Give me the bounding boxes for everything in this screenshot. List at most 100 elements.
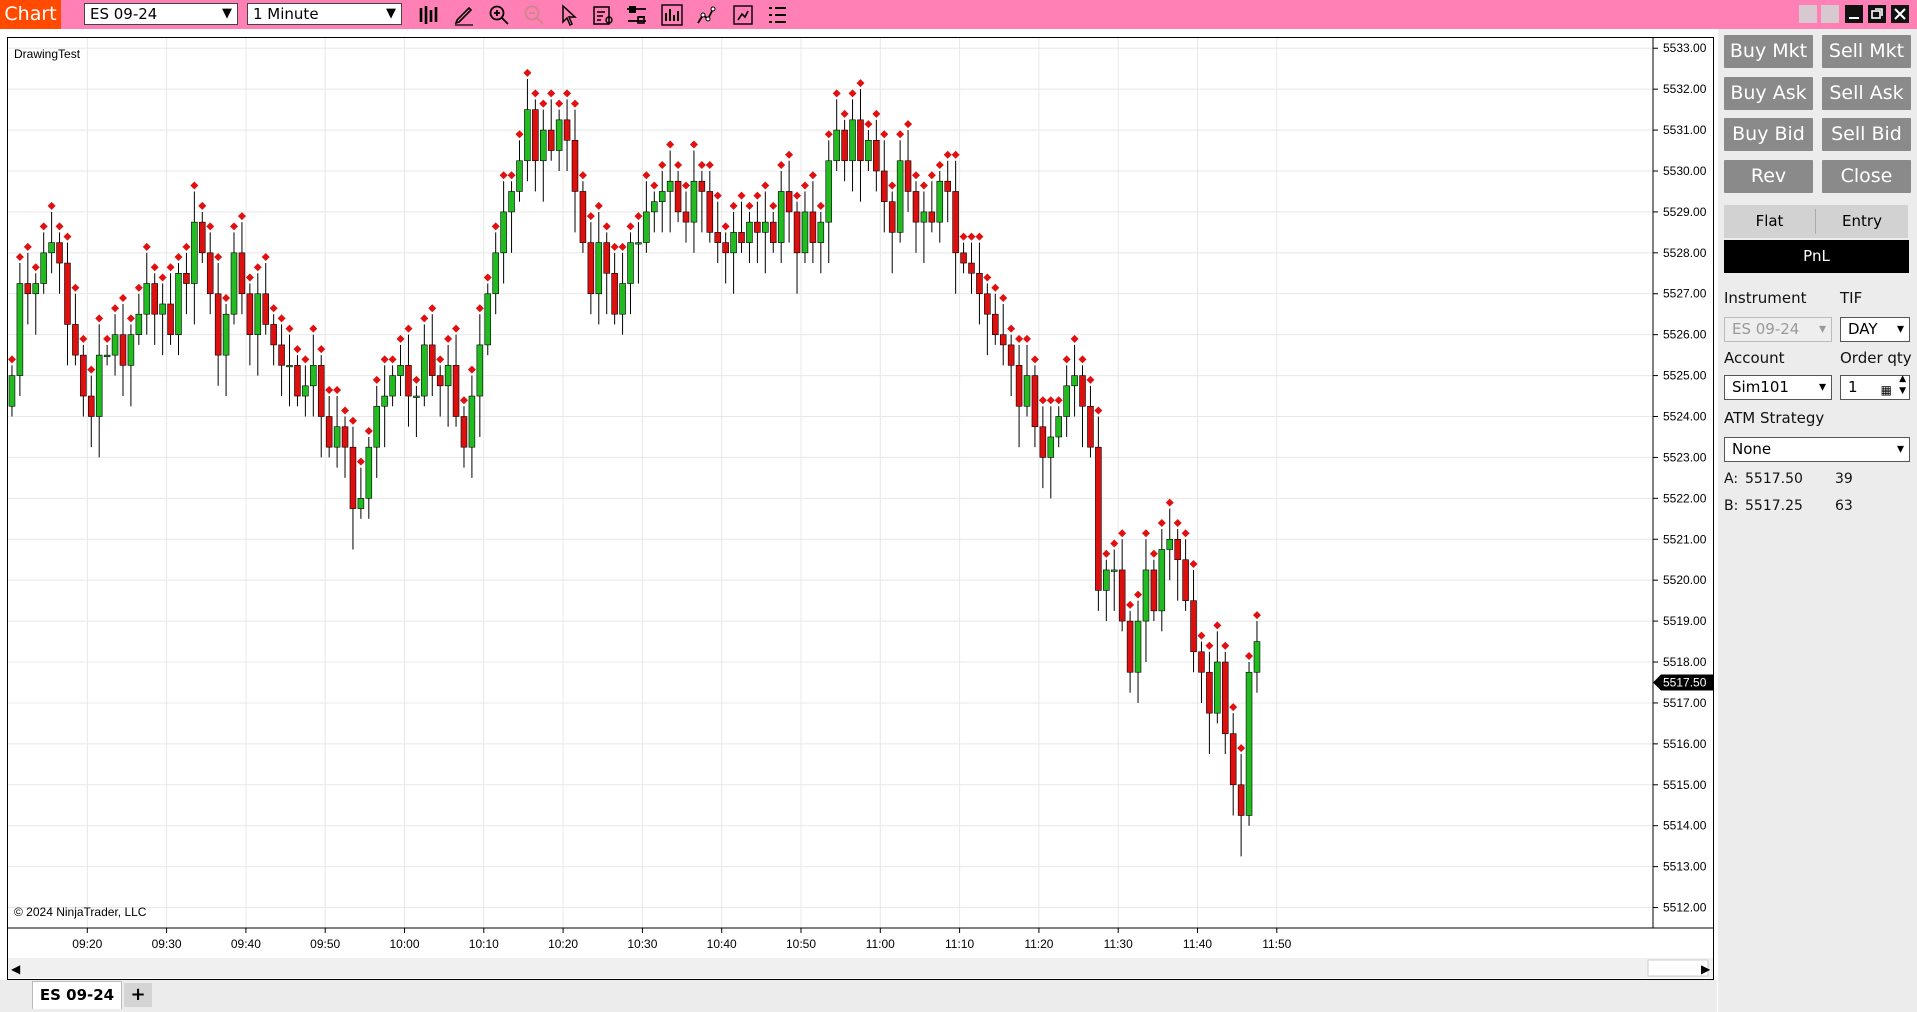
sell-market-button[interactable]: Sell Mkt [1822,35,1911,68]
entry-status: Entry [1842,212,1882,230]
restore-icon[interactable] [1799,5,1817,23]
scroll-left-icon[interactable]: ◀ [11,962,21,976]
candle-down [64,262,71,325]
candle-down [698,180,706,192]
tab-es-09-24[interactable]: ES 09-24 [32,981,122,1009]
bar-type-icon[interactable] [417,3,441,27]
atm-strategy-select[interactable]: None ▾ [1724,437,1910,462]
high-marker [483,273,492,282]
close-icon[interactable] [1891,5,1909,23]
sell-ask-button[interactable]: Sell Ask [1822,77,1911,110]
high-marker [309,324,318,333]
float-icon[interactable] [1868,5,1886,23]
candle-up [127,334,135,366]
chevron-down-icon: ▾ [1818,379,1826,395]
high-marker [459,396,468,405]
calculator-icon[interactable]: ▦ [1881,379,1892,402]
candle-down [674,180,682,213]
interval-selector[interactable]: 1 Minute ▼ [247,3,402,25]
candle-down [809,211,817,243]
high-marker [713,191,722,200]
time-tick-label: 11:30 [1104,937,1133,951]
candle-down [167,303,174,335]
high-marker [824,130,833,139]
high-marker [341,406,350,415]
zoom-in-icon[interactable] [487,3,511,27]
high-marker [650,181,659,190]
maximize-icon[interactable] [1821,5,1839,23]
candle-down [571,139,579,192]
high-marker [206,222,215,231]
high-marker [1046,396,1055,405]
properties-icon[interactable] [591,3,615,27]
high-marker [848,89,857,98]
order-qty-value: 1 [1848,378,1858,396]
price-tick-label: 5520.00 [1663,573,1707,587]
candle-up [254,293,262,335]
instrument-selector[interactable]: ES 09-24 ▼ [84,3,238,25]
candle-down [1079,375,1086,407]
high-marker [301,355,310,364]
time-tick-label: 09:40 [231,937,261,951]
add-tab-button[interactable]: + [124,983,152,1007]
high-marker [555,99,564,108]
high-marker [983,273,992,282]
buy-ask-button[interactable]: Buy Ask [1724,77,1813,110]
current-price-marker: 5517.50 [1653,674,1713,691]
account-select[interactable]: Sim101 ▾ [1724,375,1832,400]
account-select-value: Sim101 [1732,378,1789,396]
reverse-button[interactable]: Rev [1724,160,1813,193]
high-marker [269,304,278,313]
more-options-icon[interactable] [765,3,789,27]
high-marker [182,242,191,251]
horizontal-scrollbar[interactable] [8,958,1713,978]
candle-down [1007,344,1015,366]
scrollbar-thumb[interactable] [1647,959,1709,977]
instrument-field: ES 09-24 ▾ [1724,317,1832,342]
candle-up [500,211,507,254]
candle-down [1087,405,1094,448]
scroll-right-icon[interactable]: ▶ [1701,962,1711,976]
chart-panel[interactable]: 5533.00 5532.00 5531.00 5530.00 5529.00 5528.… [7,37,1714,980]
high-marker [467,365,476,374]
candle-up [730,232,737,254]
close-position-button[interactable]: Close [1822,160,1911,193]
chart-canvas[interactable]: 5533.00 5532.00 5531.00 5530.00 5529.00 5528.… [8,38,1713,979]
pointer-icon[interactable] [557,3,581,27]
order-qty-input[interactable]: 1 ▦ ▲ ▼ [1840,373,1910,402]
drawing-pencil-icon[interactable] [452,3,476,27]
position-strip: Flat Entry [1724,205,1908,238]
minimize-icon[interactable] [1845,5,1863,23]
indicators-icon[interactable] [660,3,684,27]
high-marker [245,273,254,282]
candle-down [428,344,436,376]
tif-select[interactable]: DAY ▾ [1840,317,1910,342]
buy-market-button[interactable]: Buy Mkt [1724,35,1813,68]
candle-up [1063,385,1070,417]
high-marker [1102,549,1111,558]
templates-icon[interactable] [731,3,755,27]
price-tick-label: 5514.00 [1663,819,1707,833]
qty-stepper-icon[interactable]: ▲ ▼ [1899,373,1906,397]
high-marker [1070,334,1079,343]
data-box-icon[interactable] [625,3,649,27]
candle-down [349,446,357,509]
sell-bid-button[interactable]: Sell Bid [1822,118,1911,151]
candle-up [1023,375,1031,407]
high-marker [23,242,32,251]
candle-up [1055,416,1062,438]
ask-size: 39 [1835,471,1853,487]
strategies-icon[interactable] [695,3,719,27]
high-marker [1173,519,1182,528]
copyright-label: © 2024 NinjaTrader, LLC [14,905,147,919]
price-tick-label: 5521.00 [1663,532,1707,546]
high-marker [1030,355,1039,364]
high-marker [1197,631,1206,640]
candle-down [960,252,967,264]
price-tick-label: 5519.00 [1663,614,1707,628]
buy-bid-button[interactable]: Buy Bid [1724,118,1813,151]
candle-down [325,416,333,448]
high-marker [761,181,770,190]
high-marker [103,334,112,343]
chevron-down-icon: ▼ [386,6,396,21]
